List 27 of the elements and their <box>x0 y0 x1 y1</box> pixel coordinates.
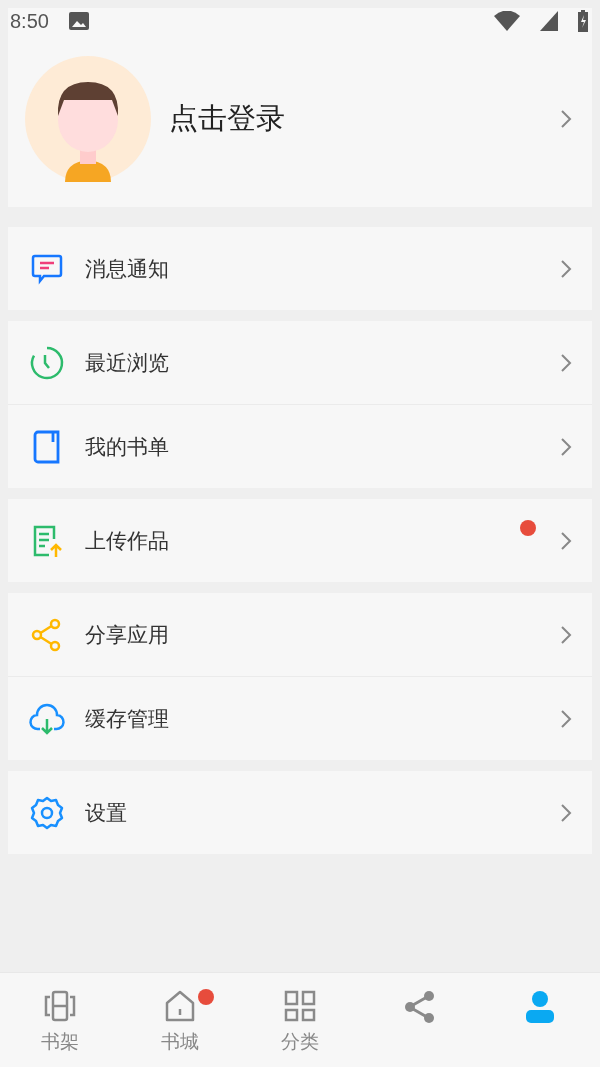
share-icon <box>403 989 437 1023</box>
menu-item[interactable]: 分享应用 <box>85 620 540 649</box>
chevron-icon <box>560 108 572 129</box>
login-prompt[interactable]: 点击登录 <box>169 98 542 139</box>
chevron-icon <box>560 436 572 457</box>
person-icon <box>523 989 557 1023</box>
clock-icon <box>29 344 65 381</box>
menu-item[interactable]: 缓存管理 <box>85 704 540 733</box>
menu-item[interactable]: 消息通知 <box>85 254 540 283</box>
image-icon <box>68 12 89 30</box>
status-time: 8:50 <box>10 9 49 33</box>
wifi-icon <box>494 11 520 31</box>
chevron-icon <box>560 530 572 551</box>
chevron-icon <box>560 352 572 373</box>
chevron-icon <box>560 258 572 279</box>
menu-item[interactable]: 我的书单 <box>85 432 540 461</box>
menu-item[interactable]: 上传作品 <box>85 526 500 555</box>
home-icon <box>163 989 197 1023</box>
chevron-icon <box>560 708 572 729</box>
chevron-icon <box>560 802 572 823</box>
menu-item[interactable]: 设置 <box>85 798 540 827</box>
chevron-icon <box>560 624 572 645</box>
signal-icon <box>540 11 558 31</box>
menu-item[interactable]: 最近浏览 <box>85 348 540 377</box>
bookshelf-icon <box>43 989 77 1023</box>
settings-icon <box>29 794 65 831</box>
grid-icon <box>283 989 317 1023</box>
